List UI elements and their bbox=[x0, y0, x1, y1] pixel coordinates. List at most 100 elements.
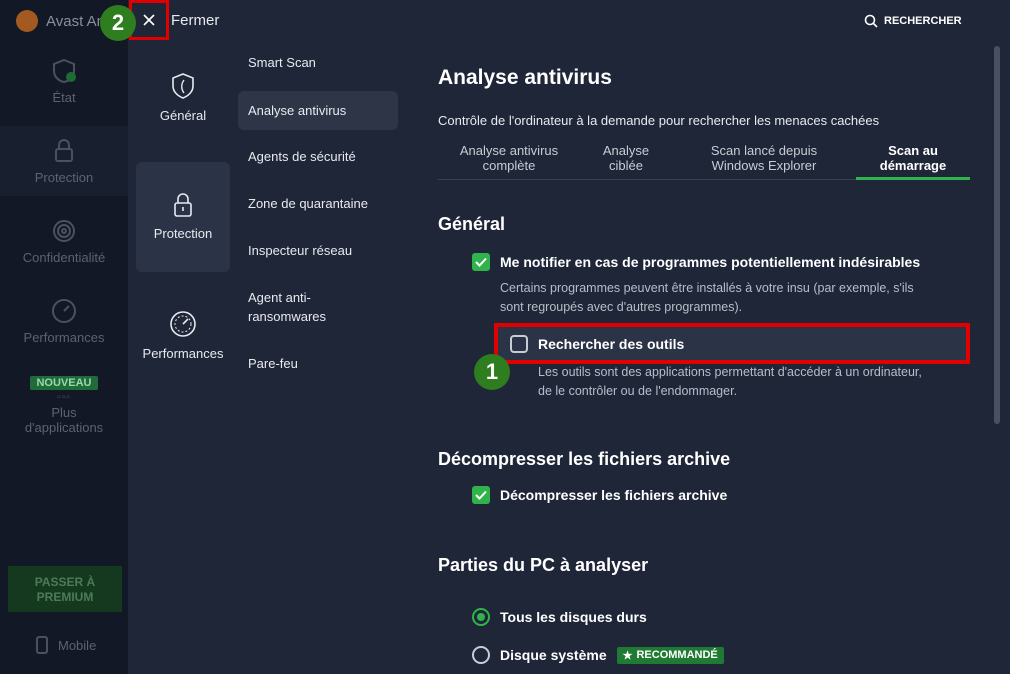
bg-nav-label: Performances bbox=[23, 330, 105, 345]
background-sidebar: Avast An État Protection Confidentialité… bbox=[0, 0, 128, 674]
close-label[interactable]: Fermer bbox=[171, 12, 219, 29]
system-drive-radio[interactable] bbox=[472, 646, 490, 664]
bg-nav-state[interactable]: État bbox=[0, 58, 128, 105]
section-archives-title: Décompresser les fichiers archive bbox=[438, 449, 731, 469]
pup-label: Me notifier en cas de programmes potenti… bbox=[500, 254, 921, 270]
submenu-antivirus-scan[interactable]: Analyse antivirus bbox=[238, 91, 398, 130]
bg-nav-label: Plus d'applications bbox=[24, 405, 104, 435]
shield-icon bbox=[172, 73, 194, 99]
pup-checkbox[interactable] bbox=[472, 253, 490, 271]
tab-line: complète bbox=[482, 158, 536, 173]
section-pc-parts-title: Parties du PC à analyser bbox=[438, 555, 649, 575]
submenu-label: Inspecteur réseau bbox=[248, 243, 353, 258]
app-title-text: Avast An bbox=[46, 12, 105, 30]
category-performance[interactable]: Performances bbox=[136, 310, 230, 370]
archives-option[interactable]: Décompresser les fichiers archive bbox=[472, 486, 727, 504]
bg-nav-more-apps[interactable]: NOUVEAU ▫▫▫ Plus d'applications bbox=[0, 374, 128, 435]
submenu-label: Agent anti-ransomwares bbox=[248, 290, 327, 324]
help-line: Certains programmes peuvent être install… bbox=[500, 281, 914, 295]
tab-boot-scan[interactable]: Scan au démarrage bbox=[856, 143, 970, 180]
tab-line: Analyse antivirus bbox=[459, 143, 559, 158]
mobile-label: Mobile bbox=[58, 637, 97, 653]
submenu-label: Smart Scan bbox=[248, 55, 316, 70]
submenu-security-agents[interactable]: Agents de sécurité bbox=[238, 147, 398, 166]
tab-line: ciblée bbox=[609, 158, 643, 173]
bg-nav-label: Confidentialité bbox=[22, 250, 106, 265]
submenu-label: Zone de quarantaine bbox=[248, 196, 368, 211]
tab-line: Analyse bbox=[602, 143, 650, 158]
option-label: Disque système bbox=[500, 647, 607, 663]
scrollbar[interactable] bbox=[994, 46, 1000, 424]
fingerprint-icon bbox=[53, 220, 75, 242]
tab-full-scan[interactable]: Analyse antivirus complète bbox=[438, 143, 580, 173]
category-general[interactable]: Général bbox=[136, 72, 230, 132]
search-icon bbox=[864, 14, 878, 28]
bg-nav-label: État bbox=[52, 90, 76, 105]
bg-nav-privacy[interactable]: Confidentialité bbox=[0, 218, 128, 265]
tab-targeted-scan[interactable]: Analyse ciblée bbox=[588, 143, 664, 173]
submenu-quarantine[interactable]: Zone de quarantaine bbox=[238, 194, 398, 213]
step-badge-1: 1 bbox=[474, 354, 510, 390]
scan-tabs: Analyse antivirus complète Analyse ciblé… bbox=[438, 143, 970, 180]
tools-option[interactable]: Rechercher des outils bbox=[510, 335, 684, 353]
tab-line: Windows Explorer bbox=[711, 158, 817, 173]
submenu-label: Agents de sécurité bbox=[248, 149, 356, 164]
search-button[interactable]: RECHERCHER bbox=[864, 14, 962, 28]
upgrade-premium-button[interactable]: PASSER À PREMIUM bbox=[8, 566, 122, 612]
tab-line: Scan lancé depuis bbox=[710, 143, 818, 158]
gauge-icon bbox=[52, 299, 76, 323]
avast-logo-icon bbox=[16, 10, 38, 32]
category-label: Performances bbox=[142, 346, 224, 361]
all-drives-radio[interactable] bbox=[472, 608, 490, 626]
category-protection[interactable]: Protection bbox=[136, 162, 230, 272]
shield-check-icon bbox=[53, 58, 76, 84]
option-label: Tous les disques durs bbox=[500, 609, 647, 625]
step-badge-2: 2 bbox=[100, 5, 136, 41]
help-line: de le contrôler ou de l'endommager. bbox=[538, 384, 738, 398]
star-icon: ★ bbox=[622, 649, 633, 662]
checkmark-icon bbox=[475, 257, 487, 267]
search-label: RECHERCHER bbox=[884, 15, 962, 27]
app-title: Avast An bbox=[16, 10, 105, 32]
pup-option[interactable]: Me notifier en cas de programmes potenti… bbox=[472, 253, 920, 271]
archives-checkbox[interactable] bbox=[472, 486, 490, 504]
page-title: Analyse antivirus bbox=[438, 66, 612, 89]
tab-explorer-scan[interactable]: Scan lancé depuis Windows Explorer bbox=[694, 143, 834, 173]
submenu-network-inspector[interactable]: Inspecteur réseau bbox=[238, 241, 398, 260]
mobile-link[interactable]: Mobile bbox=[36, 636, 96, 654]
help-line: sont regroupés avec d'autres programmes)… bbox=[500, 300, 743, 314]
section-general-title: Général bbox=[438, 214, 506, 234]
tab-line: démarrage bbox=[879, 158, 947, 173]
submenu-label: Pare-feu bbox=[248, 356, 298, 371]
archives-label: Décompresser les fichiers archive bbox=[500, 487, 728, 503]
checkmark-icon bbox=[475, 490, 487, 500]
close-icon bbox=[143, 14, 155, 26]
submenu-firewall[interactable]: Pare-feu bbox=[238, 354, 398, 373]
tab-line: Scan au bbox=[888, 143, 938, 158]
lock-icon bbox=[174, 193, 192, 217]
bg-nav-protection[interactable]: Protection bbox=[0, 126, 128, 196]
apps-grid-icon: ▫▫▫ bbox=[57, 392, 71, 403]
category-label: Général bbox=[159, 108, 207, 123]
pup-help: Certains programmes peuvent être install… bbox=[500, 279, 914, 317]
tools-help: Les outils sont des applications permett… bbox=[538, 363, 922, 401]
option-all-drives[interactable]: Tous les disques durs bbox=[472, 608, 647, 626]
recommended-badge: ★ RECOMMANDÉ bbox=[616, 646, 724, 664]
recommended-label: RECOMMANDÉ bbox=[636, 649, 718, 661]
bg-nav-performance[interactable]: Performances bbox=[0, 298, 128, 345]
bg-nav-label: Protection bbox=[34, 170, 94, 185]
submenu-ransomware-shield[interactable]: Agent anti-ransomwares bbox=[238, 288, 348, 326]
option-system-drive[interactable]: Disque système ★ RECOMMANDÉ bbox=[472, 646, 724, 664]
lock-icon bbox=[55, 139, 73, 162]
submenu-label: Analyse antivirus bbox=[248, 103, 347, 118]
phone-icon bbox=[36, 636, 48, 654]
tools-checkbox[interactable] bbox=[510, 335, 528, 353]
new-badge: NOUVEAU bbox=[30, 376, 98, 390]
page-description: Contrôle de l'ordinateur à la demande po… bbox=[438, 113, 880, 128]
gauge-icon bbox=[170, 311, 196, 337]
submenu-smart-scan[interactable]: Smart Scan bbox=[238, 53, 398, 72]
tools-label: Rechercher des outils bbox=[538, 336, 685, 352]
help-line: Les outils sont des applications permett… bbox=[538, 365, 922, 379]
premium-label: PASSER À PREMIUM bbox=[34, 575, 96, 604]
category-label: Protection bbox=[153, 226, 213, 241]
